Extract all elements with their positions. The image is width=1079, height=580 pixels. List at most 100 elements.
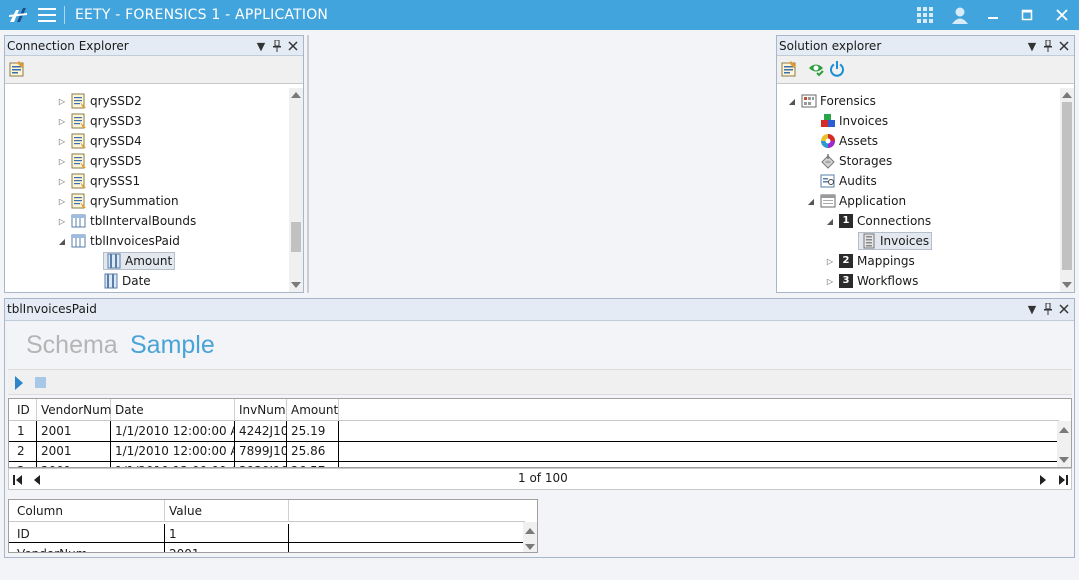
maximize-button[interactable] [1010, 0, 1044, 30]
pin-icon[interactable] [1040, 301, 1056, 317]
collapse-arrow-icon[interactable]: ◢ [57, 236, 67, 246]
eye-check-icon[interactable] [808, 61, 824, 77]
minimize-button[interactable] [976, 0, 1010, 30]
tree-item-qryssd5[interactable]: ▷ qrySSD5 [57, 151, 142, 171]
solution-tree-scrollbar[interactable] [1060, 88, 1074, 292]
tree-item-qrysss1[interactable]: ▷ qrySSS1 [57, 171, 140, 191]
grid-cell-id[interactable]: 1 [13, 421, 37, 441]
tree-item-qryssd4[interactable]: ▷ qrySSD4 [57, 131, 142, 151]
expand-arrow-icon[interactable]: ▷ [57, 156, 67, 166]
pin-icon[interactable] [269, 38, 285, 54]
collapse-arrow-icon[interactable]: ◢ [825, 216, 835, 226]
column-header-value[interactable]: Value [165, 500, 289, 522]
expand-arrow-icon[interactable]: ▷ [825, 256, 835, 266]
collapse-arrow-icon[interactable]: ◢ [806, 196, 816, 206]
panel-menu-icon[interactable]: ▼ [1024, 301, 1040, 317]
tab-schema[interactable]: Schema [26, 331, 118, 360]
next-page-icon[interactable] [1039, 475, 1047, 485]
pin-icon[interactable] [1040, 38, 1056, 54]
table-row[interactable]: ID 1 [9, 524, 525, 544]
solution-item-forensics[interactable]: ◢ Forensics [787, 91, 876, 111]
column-header-id[interactable]: ID [13, 399, 37, 421]
sample-grid-scrollbar[interactable] [1057, 421, 1071, 467]
panel-menu-icon[interactable]: ▼ [1024, 38, 1040, 54]
sample-grid[interactable]: ID VendorNum Date InvNum Amount 1 2001 1/1… [8, 398, 1072, 468]
tree-item-date[interactable]: Date [89, 271, 151, 291]
detail-grid[interactable]: Column Value ID1VendorNum2001 [8, 499, 538, 553]
column-header-vendornum[interactable]: VendorNum [37, 399, 111, 421]
expand-arrow-icon[interactable]: ▷ [57, 176, 67, 186]
close-icon[interactable] [1056, 301, 1072, 317]
properties-icon[interactable] [9, 61, 25, 77]
solution-item-connections[interactable]: ◢ 1 Connections [825, 211, 931, 231]
detail-cell-value[interactable]: 2001 [165, 544, 289, 552]
tree-item-amount[interactable]: Amount [89, 251, 176, 271]
power-icon[interactable] [829, 61, 845, 77]
tree-item-tblinvoicespaid[interactable]: ◢ tblInvoicesPaid [57, 231, 180, 251]
vertical-splitter[interactable] [307, 35, 309, 293]
column-header-date[interactable]: Date [111, 399, 235, 421]
expand-arrow-icon[interactable]: ▷ [57, 136, 67, 146]
hamburger-menu-icon[interactable] [38, 8, 56, 22]
solution-item-storages[interactable]: Storages [806, 151, 892, 171]
connection-tree-scrollbar[interactable] [289, 88, 303, 292]
grid-cell-id[interactable]: 3 [13, 461, 37, 467]
column-header-amount[interactable]: Amount [287, 399, 339, 421]
expand-arrow-icon[interactable]: ▷ [825, 276, 835, 286]
detail-cell-value[interactable]: 1 [165, 524, 289, 544]
expand-arrow-icon[interactable]: ▷ [57, 196, 67, 206]
play-icon[interactable] [14, 376, 24, 390]
close-window-button[interactable] [1045, 0, 1079, 30]
grid-cell-date[interactable]: 1/1/2010 12:00:00 AM [111, 441, 235, 461]
column-header-invnum[interactable]: InvNum [235, 399, 287, 421]
last-page-icon[interactable] [1056, 475, 1068, 485]
solution-item-assets[interactable]: Assets [806, 131, 878, 151]
column-header-column[interactable]: Column [13, 500, 165, 522]
tree-item-qryssd2[interactable]: ▷ qrySSD2 [57, 91, 142, 111]
grid-cell-amount[interactable]: 25.19 [287, 421, 339, 441]
table-row[interactable]: VendorNum2001 [9, 544, 525, 552]
table-row[interactable]: 320011/1/2010 12:00:00 AM3930J1026.57 [9, 461, 1059, 467]
stop-icon[interactable] [35, 377, 46, 388]
solution-item-audits[interactable]: Audits [806, 171, 877, 191]
tab-sample[interactable]: Sample [130, 331, 215, 360]
close-icon[interactable] [1056, 38, 1072, 54]
solution-item-invoices[interactable]: Invoices [806, 111, 888, 131]
solution-item-application[interactable]: ◢ Application [806, 191, 906, 211]
document-header: tblInvoicesPaid ▼ [5, 299, 1074, 321]
properties-icon[interactable] [781, 61, 797, 77]
solution-item-workflows[interactable]: ▷ 3 Workflows [825, 271, 918, 291]
panel-menu-icon[interactable]: ▼ [253, 38, 269, 54]
user-icon[interactable] [943, 0, 977, 30]
solution-item-label: Assets [839, 134, 879, 148]
grid-cell-date[interactable]: 1/1/2010 12:00:00 AM [111, 461, 235, 467]
previous-page-icon[interactable] [33, 475, 41, 485]
grid-cell-invnum[interactable]: 4242J10 [235, 421, 287, 441]
grid-cell-invnum[interactable]: 3930J10 [235, 461, 287, 467]
close-icon[interactable] [285, 38, 301, 54]
grid-cell-vendornum[interactable]: 2001 [37, 441, 111, 461]
table-row[interactable]: 120011/1/2010 12:00:00 AM4242J1025.19 [9, 421, 1059, 441]
solution-item-invoices[interactable]: Invoices [844, 231, 933, 251]
grid-cell-date[interactable]: 1/1/2010 12:00:00 AM [111, 421, 235, 441]
collapse-arrow-icon[interactable]: ◢ [787, 96, 797, 106]
first-page-icon[interactable] [13, 475, 25, 485]
expand-arrow-icon[interactable]: ▷ [57, 216, 67, 226]
grid-cell-amount[interactable]: 25.86 [287, 441, 339, 461]
tree-item-qryssd3[interactable]: ▷ qrySSD3 [57, 111, 142, 131]
grid-cell-id[interactable]: 2 [13, 441, 37, 461]
expand-arrow-icon[interactable]: ▷ [57, 96, 67, 106]
tree-item-tblintervalbounds[interactable]: ▷ tblIntervalBounds [57, 211, 196, 231]
expand-arrow-icon[interactable]: ▷ [57, 116, 67, 126]
detail-grid-scrollbar[interactable] [523, 522, 537, 552]
tree-item-qrysummation[interactable]: ▷ qrySummation [57, 191, 179, 211]
grid-cell-vendornum[interactable]: 2001 [37, 421, 111, 441]
apps-grid-icon[interactable] [908, 0, 942, 30]
grid-cell-invnum[interactable]: 7899J10 [235, 441, 287, 461]
solution-item-mappings[interactable]: ▷ 2 Mappings [825, 251, 915, 271]
grid-cell-amount[interactable]: 26.57 [287, 461, 339, 467]
detail-cell-column[interactable]: ID [13, 524, 165, 544]
detail-cell-column[interactable]: VendorNum [13, 544, 165, 552]
grid-cell-vendornum[interactable]: 2001 [37, 461, 111, 467]
table-row[interactable]: 220011/1/2010 12:00:00 AM7899J1025.86 [9, 441, 1059, 461]
